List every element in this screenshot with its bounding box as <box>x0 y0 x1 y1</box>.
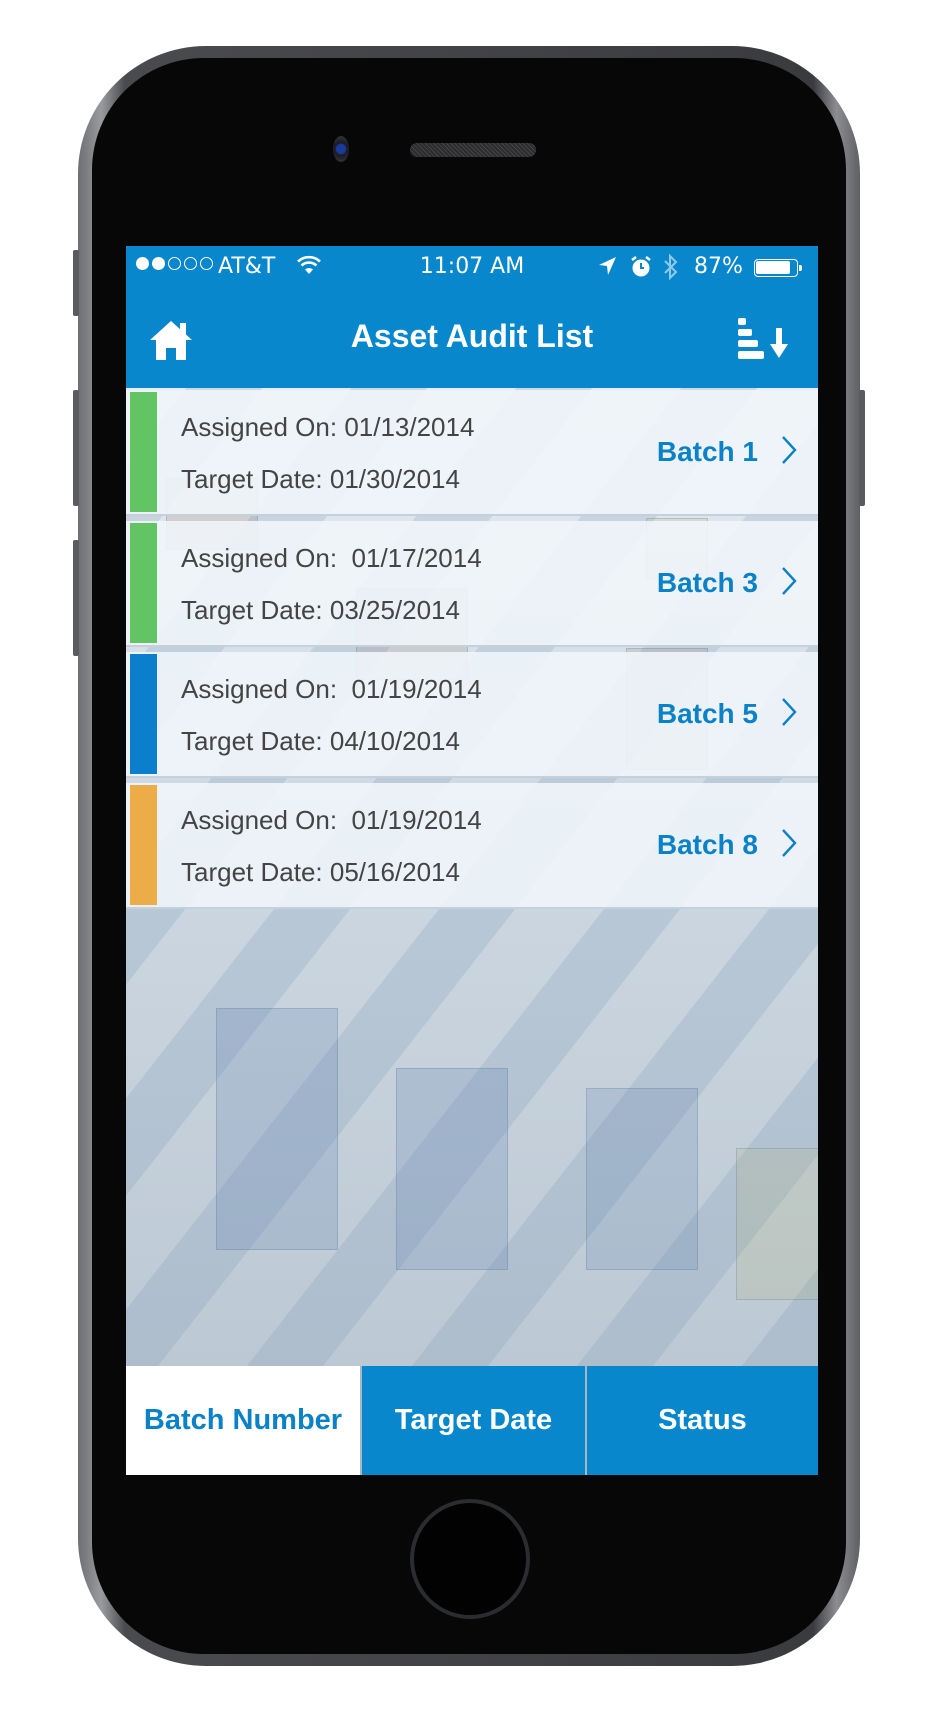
audit-list: Assigned On: 01/13/2014 Target Date: 01/… <box>126 390 818 914</box>
tab-status[interactable]: Status <box>585 1366 818 1475</box>
sort-descending-icon[interactable] <box>736 316 792 364</box>
battery-percentage: 87% <box>694 254 743 279</box>
chevron-right-icon <box>782 567 797 595</box>
target-date-label: Target Date: 01/30/2014 <box>181 464 460 494</box>
audit-list-item[interactable]: Assigned On: 01/19/2014 Target Date: 04/… <box>126 652 818 778</box>
navigation-bar: Asset Audit List <box>126 290 818 388</box>
mute-switch <box>73 250 79 316</box>
batch-label: Batch 8 <box>656 829 758 860</box>
status-color-indicator <box>130 654 157 774</box>
bluetooth-icon <box>662 252 680 288</box>
audit-list-item[interactable]: Assigned On: 01/19/2014 Target Date: 05/… <box>126 783 818 909</box>
tab-batch-number[interactable]: Batch Number <box>126 1366 360 1475</box>
batch-label: Batch 1 <box>656 436 758 467</box>
target-date-label: Target Date: 05/16/2014 <box>181 857 460 887</box>
battery-tip <box>799 265 802 271</box>
power-button <box>859 390 865 506</box>
chevron-right-icon <box>782 698 797 726</box>
target-date-label: Target Date: 04/10/2014 <box>181 726 460 756</box>
batch-label: Batch 3 <box>656 567 758 598</box>
alarm-clock-icon <box>629 254 653 286</box>
battery-icon <box>754 259 798 277</box>
sort-tab-bar: Batch Number Target Date Status <box>126 1366 818 1475</box>
target-date-label: Target Date: 03/25/2014 <box>181 595 460 625</box>
assigned-on-label: Assigned On: 01/19/2014 <box>181 805 482 835</box>
assigned-on-label: Assigned On: 01/17/2014 <box>181 543 482 573</box>
chevron-right-icon <box>782 829 797 857</box>
chevron-right-icon <box>782 436 797 464</box>
status-color-indicator <box>130 392 157 512</box>
status-color-indicator <box>130 523 157 643</box>
assigned-on-label: Assigned On: 01/19/2014 <box>181 674 482 704</box>
page-title: Asset Audit List <box>350 318 594 354</box>
audit-list-item[interactable]: Assigned On: 01/17/2014 Target Date: 03/… <box>126 521 818 647</box>
earpiece-speaker <box>410 143 536 157</box>
front-camera <box>333 136 349 162</box>
volume-up-button <box>73 390 79 506</box>
status-bar: AT&T 11:07 AM 87% <box>126 246 818 290</box>
battery-level <box>756 261 790 274</box>
batch-label: Batch 5 <box>656 698 758 729</box>
home-button[interactable] <box>410 1499 530 1619</box>
volume-down-button <box>73 540 79 656</box>
status-color-indicator <box>130 785 157 905</box>
assigned-on-label: Assigned On: 01/13/2014 <box>181 412 475 442</box>
app-screen: AT&T 11:07 AM 87% Asset Audit List Assig… <box>126 246 818 1475</box>
location-arrow-icon <box>596 254 618 284</box>
audit-list-item[interactable]: Assigned On: 01/13/2014 Target Date: 01/… <box>126 390 818 516</box>
tab-target-date[interactable]: Target Date <box>360 1366 585 1475</box>
